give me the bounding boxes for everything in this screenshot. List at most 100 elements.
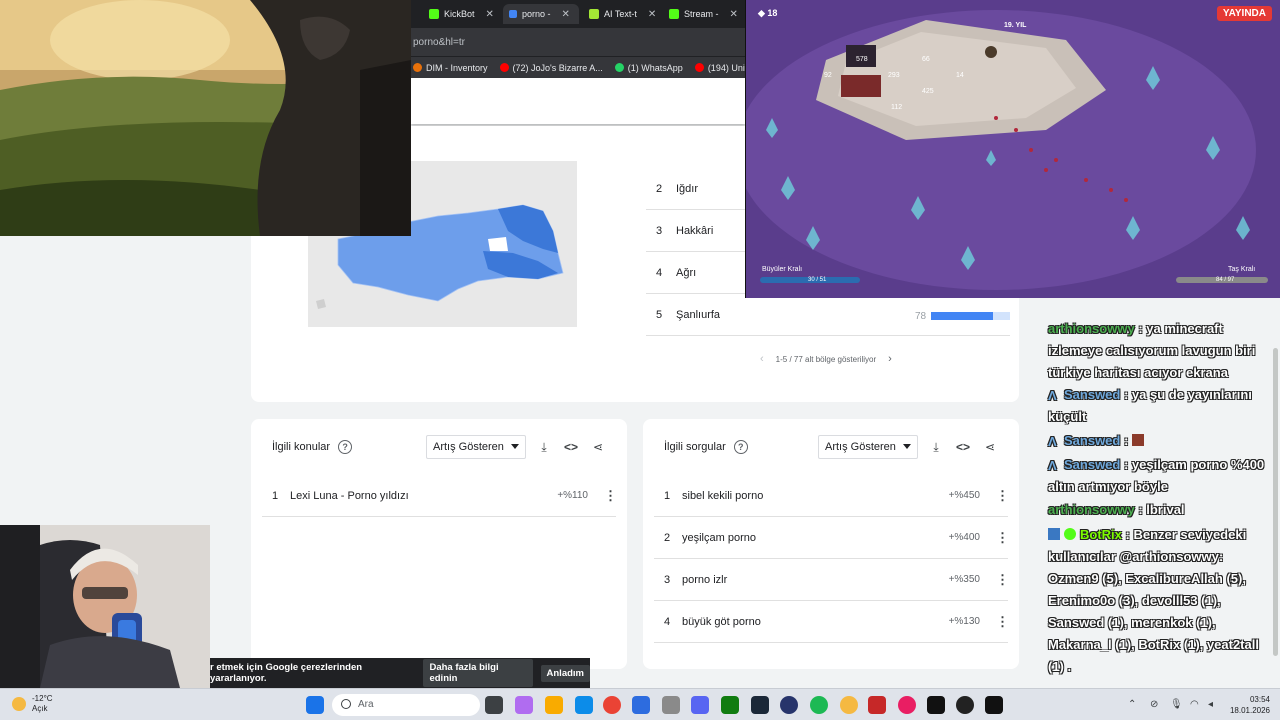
query-pct: +%130 [948,616,980,627]
ai-icon [589,9,599,19]
chevron-right-icon[interactable]: › [888,353,892,365]
weather-widget[interactable]: -12°C Açık [12,694,53,714]
xbox-icon[interactable] [721,696,739,714]
region-name: Ağrı [676,266,697,279]
media-player-icon[interactable] [898,696,916,714]
network-icon[interactable]: ⊘ [1150,699,1158,710]
moon-icon [12,697,26,711]
chat-message: arthionsowwy : lbrival [1048,499,1274,521]
query-row[interactable]: 3 porno izlr +%350 ⋮ [654,559,1009,601]
obs-studio-icon[interactable] [956,696,974,714]
edge-icon[interactable] [575,696,593,714]
region-value-bar [931,312,993,320]
query-row[interactable]: 1 sibel kekili porno +%450 ⋮ [654,475,1009,517]
chat-message: Λ Sanswed : [1048,430,1274,452]
taskbar-clock[interactable]: 03:54 18.01.2026 [1230,694,1270,716]
download-icon[interactable]: ⤓ [535,438,553,456]
chat-text: : [1123,433,1129,448]
terminal-icon[interactable] [985,696,1003,714]
chat-scrollbar[interactable] [1273,348,1278,656]
chat-username: BotRix [1080,527,1122,542]
learn-more-button[interactable]: Daha fazla bilgi edinin [423,659,533,687]
file-explorer-icon[interactable] [545,696,563,714]
task-view-icon[interactable] [485,696,503,714]
more-vert-icon[interactable]: ⋮ [996,614,1009,630]
help-icon[interactable]: ? [338,440,353,454]
bookmark-label: (1) WhatsApp [627,62,683,73]
steam-icon[interactable] [751,696,769,714]
query-row[interactable]: 2 yeşilçam porno +%400 ⋮ [654,517,1009,559]
spotify-icon[interactable] [810,696,828,714]
topic-row[interactable]: 1 Lexi Luna - Porno yıldızı +%110 ⋮ [262,475,617,517]
embed-icon[interactable]: <> [954,438,972,456]
search-placeholder: Ara [358,699,374,710]
download-icon[interactable]: ⤓ [927,438,945,456]
wifi-icon[interactable]: ◠ [1190,699,1199,710]
browser-tab-kickbot[interactable]: KickBot ✕ [425,4,497,24]
discord-icon[interactable] [691,696,709,714]
trends-icon [509,10,517,18]
help-icon[interactable]: ? [733,440,748,454]
query-row[interactable]: 4 büyük göt porno +%130 ⋮ [654,601,1009,643]
tab-label: Stream - [684,9,719,19]
volume-icon[interactable]: ◂ [1208,699,1213,710]
microphone-icon[interactable]: 🎙 [1170,699,1183,710]
chat-text: : Benzer seviyedeki kullanıcılar @arthio… [1048,527,1259,674]
copilot-icon[interactable] [515,696,533,714]
left-faction-hp: 30 / 51 [808,277,827,283]
right-faction-name: Taş Kralı [1228,266,1256,273]
more-vert-icon[interactable]: ⋮ [996,572,1009,588]
share-icon[interactable]: ⋖ [589,438,607,456]
clock-time: 03:54 [1249,695,1270,704]
search-icon [341,699,351,709]
chrome-icon[interactable] [603,696,621,714]
region-rank: 4 [656,266,663,279]
share-icon[interactable]: ⋖ [981,438,999,456]
more-vert-icon[interactable]: ⋮ [604,488,617,504]
topics-filter-select[interactable]: Artış Gösteren [426,435,526,459]
app-icon[interactable] [780,696,798,714]
close-tab-icon[interactable]: ✕ [562,9,570,20]
bookmark-jojo[interactable]: (72) JoJo's Bizarre A... [499,63,603,73]
more-vert-icon[interactable]: ⋮ [996,488,1009,504]
region-value: 78 [915,311,927,322]
chat-username: Sanswed [1064,433,1121,448]
capcut-icon[interactable] [927,696,945,714]
more-vert-icon[interactable]: ⋮ [996,530,1009,546]
discord-alt-icon[interactable] [840,696,858,714]
bookmark-dim[interactable]: DIM - Inventory [413,63,488,73]
query-label: porno izlr [682,573,728,586]
region-rank: 3 [656,224,663,237]
query-rank: 4 [664,615,671,628]
bookmark-whatsapp[interactable]: (1) WhatsApp [614,62,683,73]
chevron-left-icon[interactable]: ‹ [760,353,764,365]
voicemeeter-icon[interactable] [868,696,886,714]
embed-icon[interactable]: <> [562,438,580,456]
chat-username: arthionsowwy [1048,321,1135,336]
map-label: 425 [922,88,934,95]
close-tab-icon[interactable]: ✕ [486,9,494,20]
bookmark-unity[interactable]: (194) Unity | Topl [694,63,745,73]
user-badge-icon: Λ [1048,388,1057,403]
query-label: sibel kekili porno [682,489,764,502]
chevron-up-icon[interactable]: ⌃ [1128,699,1136,710]
gameplay-video-overlay [0,0,411,236]
browser-tab-trends[interactable]: porno - ✕ [503,4,579,24]
close-tab-icon[interactable]: ✕ [648,9,656,20]
accept-cookies-button[interactable]: Anladım [540,664,590,682]
region-name: Hakkâri [676,224,714,237]
region-name: Şanlıurfa [676,308,721,321]
windows-start-icon[interactable] [306,696,324,714]
browser-tab-ai-text[interactable]: AI Text-t ✕ [587,4,659,24]
address-bar[interactable]: porno&hl=tr [411,28,745,56]
chat-message: Λ Sanswed : ya şu de yayınlarını küçült [1048,384,1274,428]
obs-icon[interactable] [632,696,650,714]
weather-temp: -12°C [32,694,53,703]
taskbar-search[interactable]: Ara [332,694,480,716]
close-tab-icon[interactable]: ✕ [730,9,738,20]
bookmarks-bar: DIM - Inventory (72) JoJo's Bizarre A...… [411,56,745,78]
email-icon[interactable] [662,696,680,714]
queries-filter-select[interactable]: Artış Gösteren [818,435,918,459]
clock-date: 18.01.2026 [1229,706,1270,715]
browser-tab-stream[interactable]: Stream - ✕ [667,4,743,24]
